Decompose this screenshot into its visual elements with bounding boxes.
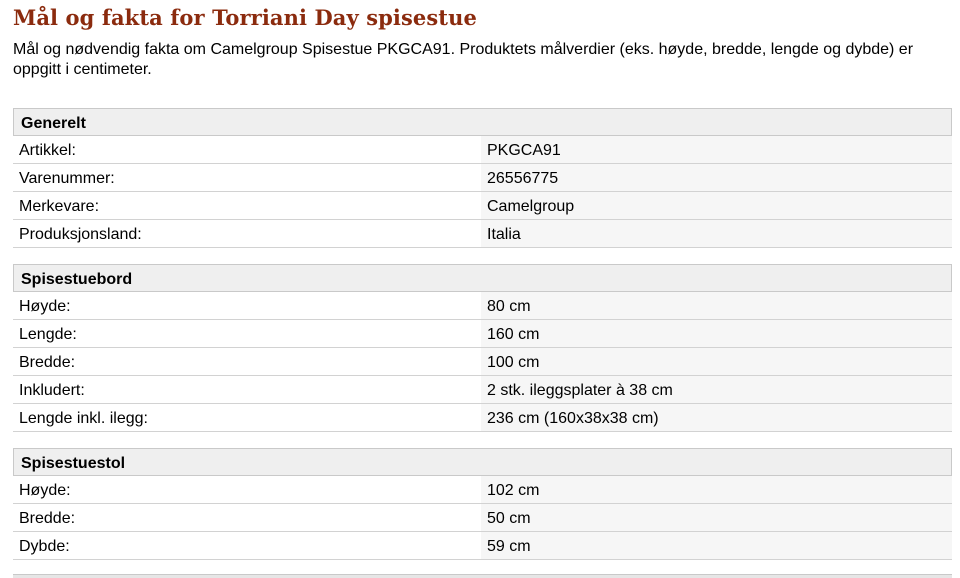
spec-row: Artikkel: PKGCA91 <box>13 136 952 164</box>
spec-value: 2 stk. ileggsplater à 38 cm <box>481 376 952 403</box>
spec-value: PKGCA91 <box>481 136 952 163</box>
section-header: Spisestuebord <box>13 264 952 292</box>
spec-value: 80 cm <box>481 292 952 319</box>
spec-label: Høyde: <box>19 298 71 315</box>
spec-label: Høyde: <box>19 482 71 499</box>
spec-row: Bredde: 100 cm <box>13 348 952 376</box>
spec-row: Lengde: 160 cm <box>13 320 952 348</box>
spec-label: Merkevare: <box>19 198 100 215</box>
spec-label: Lengde: <box>19 326 77 343</box>
next-section-edge <box>13 574 952 578</box>
page-title: Mål og fakta for Torriani Day spisestue <box>13 5 477 30</box>
spec-row: Høyde: 102 cm <box>13 476 952 504</box>
spec-value: 50 cm <box>481 504 952 531</box>
spec-row: Varenummer: 26556775 <box>13 164 952 192</box>
spec-value: 100 cm <box>481 348 952 375</box>
spec-row: Merkevare: Camelgroup <box>13 192 952 220</box>
spec-label: Inkludert: <box>19 382 85 399</box>
spec-value: Camelgroup <box>481 192 952 219</box>
section-header: Spisestuestol <box>13 448 952 476</box>
spec-label: Bredde: <box>19 510 76 527</box>
spec-label: Bredde: <box>19 354 76 371</box>
spec-value: 59 cm <box>481 532 952 559</box>
spec-row: Dybde: 59 cm <box>13 532 952 560</box>
spec-section-generelt: Generelt Artikkel: PKGCA91 Varenummer: 2… <box>13 108 952 248</box>
spec-value: Italia <box>481 220 952 247</box>
spec-section-spisestuestol: Spisestuestol Høyde: 102 cm Bredde: 50 c… <box>13 448 952 560</box>
spec-value: 26556775 <box>481 164 952 191</box>
spec-row: Inkludert: 2 stk. ileggsplater à 38 cm <box>13 376 952 404</box>
spec-section-spisestuebord: Spisestuebord Høyde: 80 cm Lengde: 160 c… <box>13 264 952 432</box>
spec-value: 160 cm <box>481 320 952 347</box>
spec-label: Varenummer: <box>19 170 115 187</box>
spec-value: 102 cm <box>481 476 952 503</box>
spec-row: Høyde: 80 cm <box>13 292 952 320</box>
section-header: Generelt <box>13 108 952 136</box>
spec-label: Produksjonsland: <box>19 226 142 243</box>
spec-label: Artikkel: <box>19 142 76 159</box>
spec-row: Produksjonsland: Italia <box>13 220 952 248</box>
intro-text: Mål og nødvendig fakta om Camelgroup Spi… <box>13 41 914 78</box>
spec-row: Lengde inkl. ilegg: 236 cm (160x38x38 cm… <box>13 404 952 432</box>
spec-row: Bredde: 50 cm <box>13 504 952 532</box>
spec-label: Dybde: <box>19 538 70 555</box>
spec-value: 236 cm (160x38x38 cm) <box>481 404 952 431</box>
spec-label: Lengde inkl. ilegg: <box>19 410 148 427</box>
spec-page: Mål og fakta for Torriani Day spisestue … <box>0 0 960 578</box>
